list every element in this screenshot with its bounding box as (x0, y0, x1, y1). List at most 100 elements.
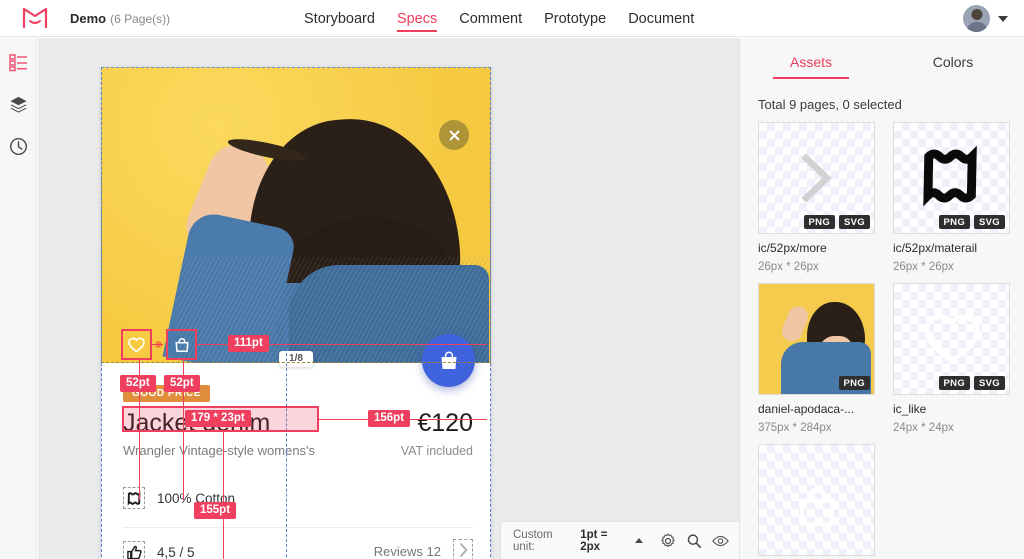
chevron-right-icon[interactable] (453, 539, 473, 559)
gear-glyph (661, 532, 676, 547)
layers-icon (9, 96, 27, 113)
assets-grid: PNG SVG ic/52px/more 26px * 26px PNG SVG (740, 122, 1024, 556)
asset-size: 375px * 284px (758, 422, 832, 434)
thumbs-up-icon (123, 541, 145, 559)
caret-up-icon[interactable] (634, 538, 643, 543)
avatar[interactable] (963, 5, 990, 32)
tab-comment[interactable]: Comment (459, 0, 522, 37)
tab-colors[interactable]: Colors (882, 38, 1024, 85)
format-badge: SVG (839, 215, 870, 229)
artboard[interactable]: 1/8 GOOD PRICE Jacket denim €120 Wrangle… (101, 67, 491, 559)
heart-icon[interactable] (125, 333, 148, 356)
document-title-group: Demo (6 Page(s)) (70, 11, 170, 26)
avatar-head (971, 9, 982, 20)
eye-glyph (712, 535, 729, 546)
bag-glyph (174, 337, 189, 352)
measure-size: 179 * 23pt (185, 410, 251, 427)
asset-card[interactable] (758, 444, 875, 556)
asset-thumbnail[interactable]: PNG SVG (893, 122, 1010, 234)
asset-thumbnail[interactable]: PNG SVG (758, 122, 875, 234)
asset-card[interactable]: PNG daniel-apodaca-... 375px * 284px (758, 283, 875, 434)
canvas-area[interactable]: 1/8 GOOD PRICE Jacket denim €120 Wrangle… (38, 38, 739, 559)
measure-52pt-right: 52pt (164, 375, 200, 392)
reviews-count[interactable]: Reviews 12 (374, 544, 441, 559)
app-root: Demo (6 Page(s)) Storyboard Specs Commen… (0, 0, 1024, 559)
sidebar-item-specs[interactable] (7, 51, 29, 73)
account-menu[interactable] (963, 5, 1008, 32)
asset-name: ic/52px/materail (893, 241, 978, 255)
tab-specs[interactable]: Specs (396, 0, 438, 37)
avatar-body (966, 22, 987, 32)
material-glyph (127, 491, 140, 505)
canvas-toolbar: Custom unit: 1pt = 2px (500, 521, 739, 559)
shopping-bag-icon (441, 350, 456, 369)
top-bar: Demo (6 Page(s)) Storyboard Specs Commen… (0, 0, 1024, 37)
asset-size: 26px * 26px (893, 261, 954, 273)
eye-icon[interactable] (712, 531, 729, 550)
history-icon (9, 137, 27, 155)
asset-size: 24px * 24px (893, 422, 954, 434)
asset-card[interactable]: PNG SVG ic_like 24px * 24px (893, 283, 1010, 434)
specs-icon (8, 53, 27, 71)
guide-mid (286, 328, 287, 559)
add-to-cart-fab[interactable] (422, 334, 475, 387)
tab-storyboard[interactable]: Storyboard (304, 0, 375, 37)
asset-formats: PNG SVG (938, 376, 1005, 390)
bag-icon[interactable] (170, 333, 193, 356)
unit-value[interactable]: 1pt = 2px (580, 529, 625, 553)
assets-summary: Total 9 pages, 0 selected (758, 97, 902, 112)
tab-assets[interactable]: Assets (740, 38, 882, 85)
asset-thumbnail[interactable]: PNG SVG (893, 283, 1010, 395)
close-icon[interactable] (439, 120, 469, 150)
asset-thumbnail[interactable] (758, 444, 875, 556)
magnifier-glyph (687, 533, 702, 548)
asset-formats: PNG SVG (938, 215, 1005, 229)
rating-label: 4,5 / 5 (157, 544, 195, 559)
close-glyph (449, 130, 459, 140)
asset-formats: PNG SVG (803, 215, 870, 229)
document-page-count: (6 Page(s)) (110, 11, 171, 26)
asset-name: ic_like (893, 402, 927, 416)
heart-glyph (128, 337, 145, 353)
app-logo[interactable] (0, 7, 70, 29)
format-badge: PNG (803, 215, 836, 229)
tab-document[interactable]: Document (628, 0, 694, 37)
chevron-right-icon (800, 154, 832, 202)
rating-row[interactable]: 4,5 / 5 (123, 541, 195, 559)
tab-prototype[interactable]: Prototype (544, 0, 606, 37)
vat-note: VAT included (400, 444, 473, 458)
magnifier-icon[interactable] (686, 531, 703, 550)
left-rail (0, 37, 37, 559)
chevron-right-glyph (459, 543, 468, 557)
measure-52pt-left: 52pt (120, 375, 156, 392)
material-icon (123, 487, 145, 509)
gear-icon[interactable] (660, 531, 677, 550)
asset-size: 26px * 26px (758, 261, 819, 273)
asset-name: ic/52px/more (758, 241, 827, 255)
chevron-down-icon[interactable] (998, 15, 1008, 22)
guide-left (101, 67, 102, 559)
sidebar-item-layers[interactable] (7, 93, 29, 115)
measure-dot (155, 341, 162, 348)
panel-tabs: Assets Colors (740, 38, 1024, 85)
format-badge: PNG (838, 376, 870, 390)
asset-card[interactable]: PNG SVG ic/52px/more 26px * 26px (758, 122, 875, 273)
measure-156pt: 156pt (368, 410, 411, 427)
guide-right (490, 67, 491, 559)
asset-formats: PNG (838, 376, 870, 390)
format-badge: PNG (938, 376, 971, 390)
row-divider (123, 527, 473, 528)
unit-label: Custom unit: (513, 528, 553, 553)
format-badge: SVG (974, 215, 1005, 229)
asset-card[interactable]: PNG SVG ic/52px/materail 26px * 26px (893, 122, 1010, 273)
measure-155pt: 155pt (194, 502, 237, 519)
right-panel: Assets Colors Total 9 pages, 0 selected … (739, 38, 1024, 559)
heart-icon (923, 314, 980, 365)
main-nav: Storyboard Specs Comment Prototype Docum… (304, 0, 694, 37)
sidebar-item-history[interactable] (7, 135, 29, 157)
hero-image[interactable] (101, 67, 491, 363)
asset-thumbnail[interactable]: PNG (758, 283, 875, 395)
thumbs-up-glyph (126, 545, 142, 559)
bag-icon (798, 487, 835, 526)
format-badge: PNG (938, 215, 971, 229)
